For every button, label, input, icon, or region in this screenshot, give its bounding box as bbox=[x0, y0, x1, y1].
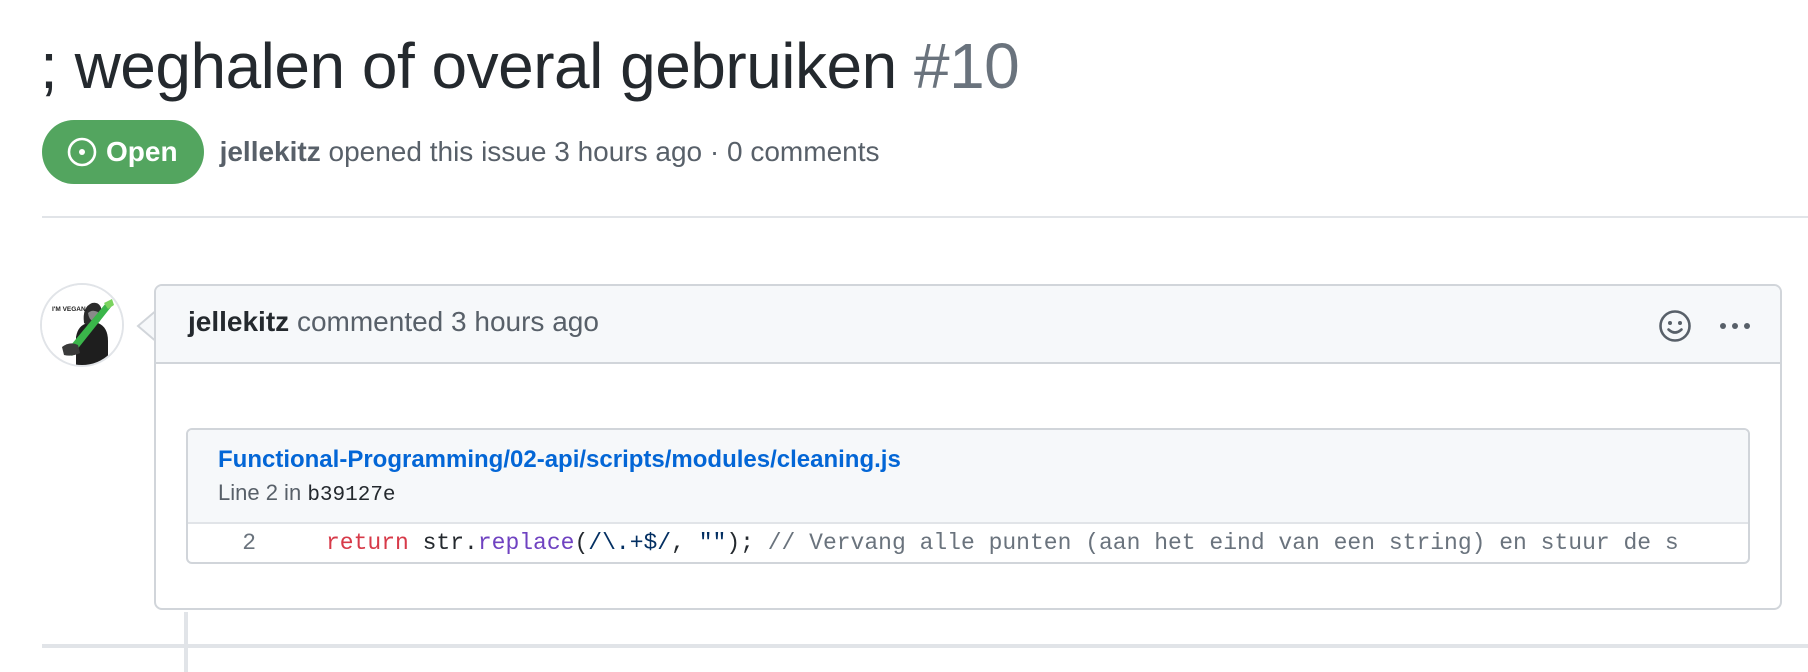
state-label: Open bbox=[106, 136, 178, 167]
line-label: Line 2 in bbox=[218, 480, 302, 505]
code-snippet: Functional-Programming/02-api/scripts/mo… bbox=[186, 428, 1750, 564]
avatar-caption: I'M VEGAN. bbox=[52, 306, 88, 313]
issue-author-link[interactable]: jellekitz bbox=[220, 136, 321, 167]
line-number[interactable]: 2 bbox=[188, 530, 256, 556]
comment-action-text: commented 3 hours ago bbox=[296, 306, 599, 337]
commit-sha-link[interactable]: b39127e bbox=[307, 484, 395, 507]
comment-box: jellekitz commented 3 hours ago Function… bbox=[154, 284, 1782, 610]
issue-number: #10 bbox=[913, 30, 1020, 102]
issue-meta: Open jellekitz opened this issue 3 hours… bbox=[42, 120, 880, 184]
issue-title: ; weghalen of overal gebruiken #10 bbox=[40, 28, 1020, 104]
timeline-line bbox=[184, 612, 188, 672]
code-regex: /\.+$/ bbox=[588, 530, 672, 556]
code-keyword: return bbox=[326, 530, 409, 556]
avatar[interactable]: I'M VEGAN. bbox=[40, 283, 124, 367]
comment-author-link[interactable]: jellekitz bbox=[188, 306, 289, 337]
issue-opened-text: opened this issue 3 hours ago · 0 commen… bbox=[328, 136, 880, 167]
timeline-divider bbox=[42, 644, 1808, 648]
issue-opened-icon bbox=[67, 137, 97, 167]
comment-header: jellekitz commented 3 hours ago bbox=[156, 286, 1780, 364]
avatar-image: I'M VEGAN. bbox=[42, 285, 122, 365]
file-path-link[interactable]: Functional-Programming/02-api/scripts/mo… bbox=[218, 446, 901, 474]
state-badge: Open bbox=[42, 120, 204, 184]
snippet-line-info: Line 2 in b39127e bbox=[218, 480, 396, 507]
code-close: ); bbox=[726, 530, 754, 556]
code-method: replace bbox=[477, 530, 575, 556]
code-line: 2 return str.replace(/\.+$/, ""); // Ver… bbox=[188, 524, 1748, 562]
smiley-icon[interactable] bbox=[1658, 309, 1692, 343]
code-comma: , bbox=[671, 530, 699, 556]
issue-meta-text: jellekitz opened this issue 3 hours ago … bbox=[220, 136, 880, 168]
snippet-header: Functional-Programming/02-api/scripts/mo… bbox=[188, 430, 1748, 524]
comment-meta: jellekitz commented 3 hours ago bbox=[188, 306, 599, 338]
header-divider bbox=[42, 216, 1808, 218]
code-object: str. bbox=[408, 530, 478, 556]
code-string: "" bbox=[698, 530, 727, 556]
code-open-paren: ( bbox=[574, 530, 589, 556]
kebab-horizontal-icon[interactable] bbox=[1717, 309, 1753, 343]
code-content: return str.replace(/\.+$/, ""); // Verva… bbox=[326, 530, 1679, 556]
issue-title-text: ; weghalen of overal gebruiken bbox=[40, 30, 897, 102]
code-comment: // Vervang alle punten (aan het eind van… bbox=[753, 530, 1679, 556]
